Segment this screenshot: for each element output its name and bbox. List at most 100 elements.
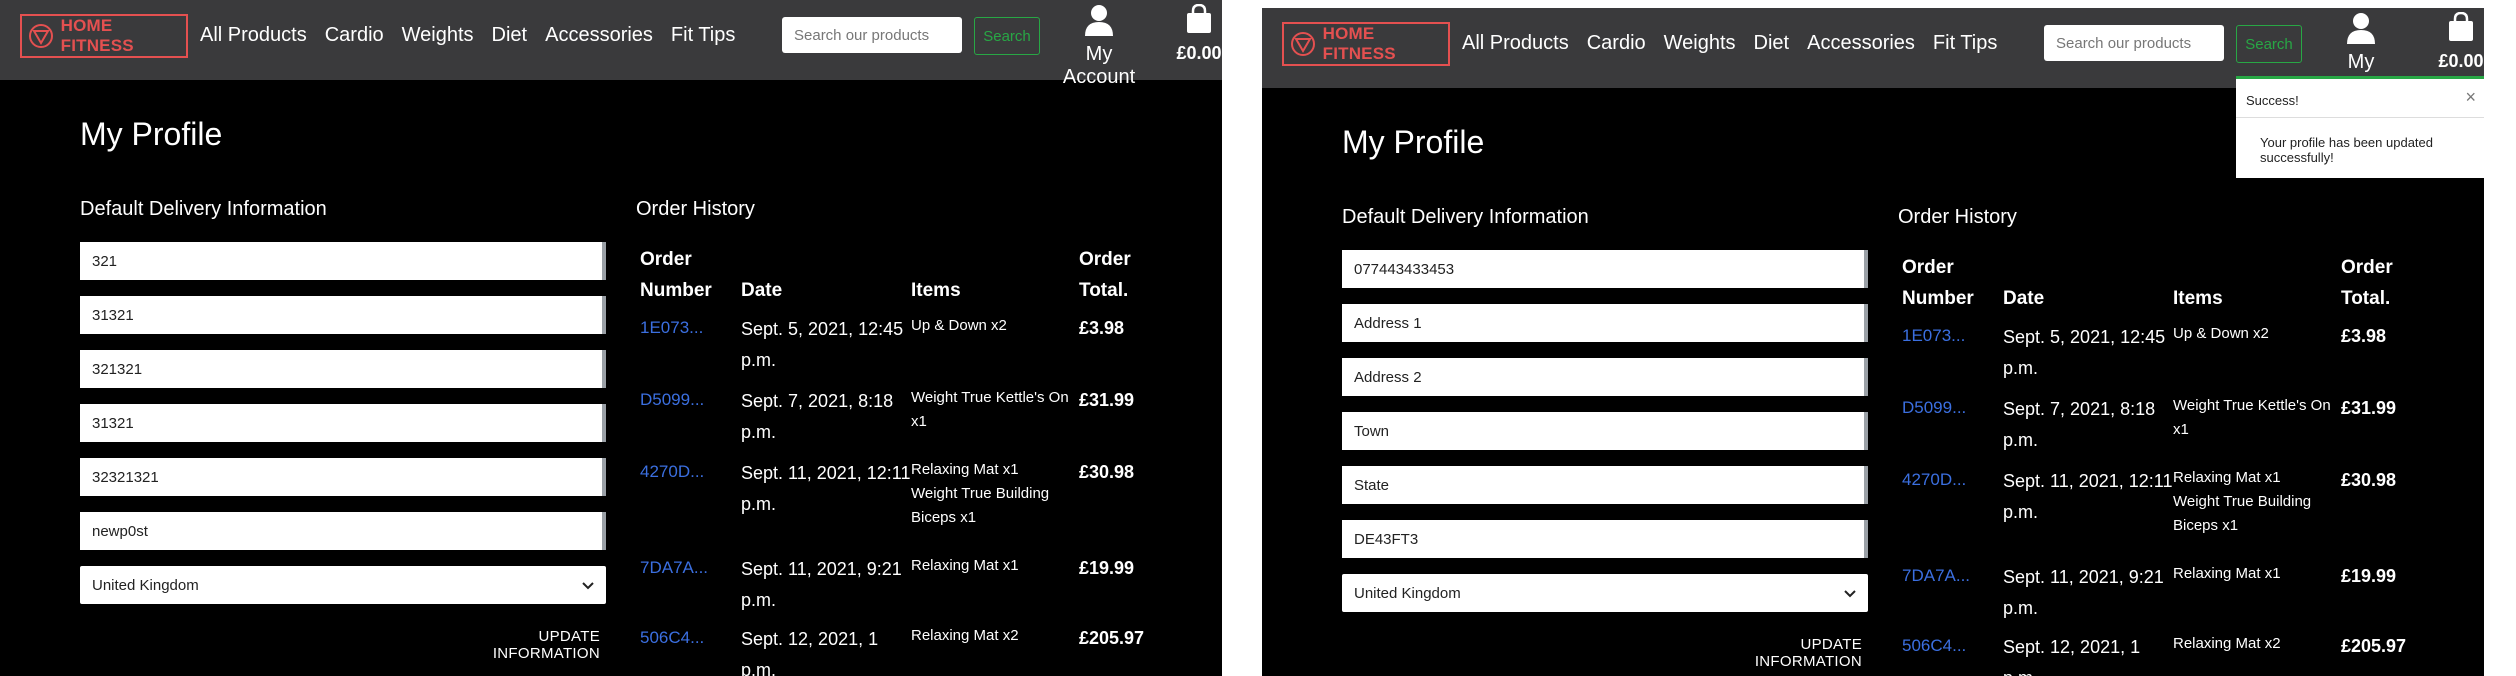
close-icon[interactable]: × xyxy=(2465,87,2476,108)
order-items: Relaxing Mat x1 xyxy=(911,554,1081,578)
order-date: Sept. 12, 2021, 1 p.m. xyxy=(2003,637,2141,676)
success-toast: Success! × Your profile has been updated… xyxy=(2236,76,2484,178)
street-address-2-field[interactable] xyxy=(1342,358,1868,396)
order-item: Relaxing Mat x1 xyxy=(2173,469,2281,486)
nav-link-weights[interactable]: Weights xyxy=(1664,32,1736,55)
logo-triangle-icon xyxy=(22,16,61,56)
postcode-field[interactable] xyxy=(80,512,606,550)
order-item: Relaxing Mat x1 xyxy=(2173,565,2281,582)
shopping-bag-icon xyxy=(2447,11,2475,46)
nav-link-weights[interactable]: Weights xyxy=(402,24,474,47)
header-order-total: Order Total. xyxy=(2341,252,2393,314)
order-total: £30.98 xyxy=(1079,462,1135,482)
nav-link-fit-tips[interactable]: Fit Tips xyxy=(671,24,735,47)
brand-name: HOME FITNESS xyxy=(1322,24,1396,63)
order-items: Weight True Kettle's On x1 xyxy=(911,386,1081,434)
order-total: £31.99 xyxy=(1079,390,1135,410)
toast-title: Success! xyxy=(2246,93,2299,108)
search-input[interactable] xyxy=(2044,25,2224,61)
order-total: £19.99 xyxy=(1079,558,1135,578)
order-total: £205.97 xyxy=(1079,628,1145,648)
my-account-link[interactable]: My Account xyxy=(1052,4,1146,89)
postcode-field[interactable] xyxy=(1342,520,1868,558)
user-icon xyxy=(2346,13,2376,48)
header-order-number: Order Number xyxy=(1902,252,1974,314)
order-number-link[interactable]: 1E073... xyxy=(640,318,703,338)
order-item: Up & Down x2 xyxy=(2173,325,2269,342)
county-field[interactable] xyxy=(1342,466,1868,504)
order-date: Sept. 11, 2021, 9:21 p.m. xyxy=(2003,567,2164,618)
order-number-link[interactable]: 506C4... xyxy=(640,628,704,648)
phone-number-field[interactable] xyxy=(80,242,606,280)
order-date: Sept. 12, 2021, 1 p.m. xyxy=(741,629,879,676)
brand-logo[interactable]: HOME FITNESS xyxy=(20,14,188,58)
order-number-link[interactable]: 7DA7A... xyxy=(1902,566,1970,586)
order-number-link[interactable]: 4270D... xyxy=(1902,470,1966,490)
order-total: £3.98 xyxy=(2341,326,2387,346)
country-select-value: United Kingdom xyxy=(92,576,199,594)
phone-number-field[interactable] xyxy=(1342,250,1868,288)
main-nav: All Products Cardio Weights Diet Accesso… xyxy=(1462,32,1997,55)
header-order-number-line-1: Order xyxy=(1902,257,1954,278)
street-address-1-field[interactable] xyxy=(1342,304,1868,342)
order-total: £19.99 xyxy=(2341,566,2397,586)
brand-logo[interactable]: HOME FITNESS xyxy=(1282,22,1450,66)
country-select[interactable]: United Kingdom xyxy=(1342,574,1868,612)
header-order-total: Order Total. xyxy=(1079,244,1131,306)
street-address-1-field[interactable] xyxy=(80,296,606,334)
bag-total: £0.00 xyxy=(1176,43,1222,63)
order-history-title: Order History xyxy=(1898,206,2017,228)
country-select[interactable]: United Kingdom xyxy=(80,566,606,604)
search-input[interactable] xyxy=(782,17,962,53)
country-select-value: United Kingdom xyxy=(1354,584,1461,602)
town-or-city-field[interactable] xyxy=(1342,412,1868,450)
nav-link-all-products[interactable]: All Products xyxy=(200,24,307,47)
nav-link-cardio[interactable]: Cardio xyxy=(1587,32,1646,55)
nav-link-all-products[interactable]: All Products xyxy=(1462,32,1569,55)
order-total: £3.98 xyxy=(1079,318,1125,338)
bag-total: £0.00 xyxy=(2438,51,2484,71)
header-order-number-line-1: Order xyxy=(640,249,692,270)
shopping-bag-link[interactable]: £0.00 xyxy=(1176,3,1222,64)
order-items: Relaxing Mat x1 xyxy=(2173,562,2343,586)
order-date: Sept. 7, 2021, 8:18 p.m. xyxy=(741,391,894,442)
nav-link-accessories[interactable]: Accessories xyxy=(545,24,653,47)
shopping-bag-link[interactable]: £0.00 xyxy=(2438,11,2484,72)
search-button[interactable]: Search xyxy=(2236,25,2302,63)
search-button[interactable]: Search xyxy=(974,17,1040,55)
nav-link-diet[interactable]: Diet xyxy=(492,24,528,47)
header-date: Date xyxy=(2003,288,2045,309)
county-field[interactable] xyxy=(80,458,606,496)
update-information-button[interactable]: UPDATE INFORMATION xyxy=(460,628,600,662)
chevron-down-icon xyxy=(1844,585,1856,602)
street-address-2-field[interactable] xyxy=(80,350,606,388)
order-total: £30.98 xyxy=(2341,470,2397,490)
order-number-link[interactable]: 506C4... xyxy=(1902,636,1966,656)
order-number-link[interactable]: 7DA7A... xyxy=(640,558,708,578)
order-number-link[interactable]: D5099... xyxy=(640,390,704,410)
order-number-link[interactable]: 4270D... xyxy=(640,462,704,482)
page-title: My Profile xyxy=(1342,124,1485,160)
order-items: Up & Down x2 xyxy=(911,314,1081,338)
update-information-button[interactable]: UPDATE INFORMATION xyxy=(1722,636,1862,670)
logo-triangle-icon xyxy=(1284,24,1323,64)
order-item: Relaxing Mat x1 xyxy=(911,557,1019,574)
shopping-bag-icon xyxy=(1185,3,1213,38)
user-icon xyxy=(1084,5,1114,40)
header-date: Date xyxy=(741,280,783,301)
order-date: Sept. 11, 2021, 12:11 p.m. xyxy=(2003,471,2173,522)
toast-message: Your profile has been updated successful… xyxy=(2260,135,2433,165)
nav-link-accessories[interactable]: Accessories xyxy=(1807,32,1915,55)
header-order-total-line-2: Total. xyxy=(2341,288,2391,309)
town-or-city-field[interactable] xyxy=(80,404,606,442)
order-date: Sept. 5, 2021, 12:45 p.m. xyxy=(741,319,904,370)
order-number-link[interactable]: D5099... xyxy=(1902,398,1966,418)
header-items: Items xyxy=(911,280,961,301)
delivery-info-title: Default Delivery Information xyxy=(1342,206,1589,228)
nav-link-fit-tips[interactable]: Fit Tips xyxy=(1933,32,1997,55)
nav-link-diet[interactable]: Diet xyxy=(1754,32,1790,55)
order-number-link[interactable]: 1E073... xyxy=(1902,326,1965,346)
nav-link-cardio[interactable]: Cardio xyxy=(325,24,384,47)
profile-page-after-update: HOME FITNESS All Products Cardio Weights… xyxy=(1262,8,2484,676)
order-item: Up & Down x2 xyxy=(911,317,1007,334)
